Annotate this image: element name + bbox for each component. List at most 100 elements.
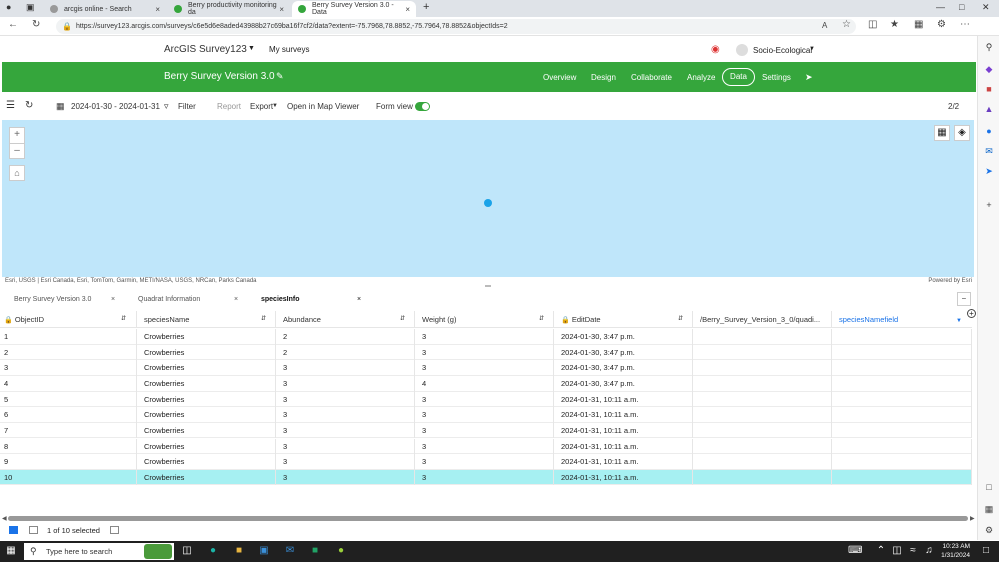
cell-objectid[interactable]: 4 bbox=[0, 375, 137, 392]
zoom-in-button[interactable]: + bbox=[9, 127, 25, 143]
report-button[interactable]: Report bbox=[217, 102, 241, 111]
cell-weight[interactable]: 3 bbox=[415, 469, 554, 486]
cell-speciesname[interactable]: Crowberries bbox=[137, 344, 276, 361]
tab-berry-survey[interactable]: Berry Survey Version 3.0 × bbox=[0, 290, 123, 310]
cell-abundance[interactable]: 3 bbox=[276, 469, 415, 486]
cell-speciesnamefield[interactable] bbox=[832, 391, 972, 408]
col-abundance[interactable]: Abundance ⇵ bbox=[276, 311, 415, 328]
collections-icon[interactable]: ▦ bbox=[914, 19, 923, 30]
cell-quadrat-path[interactable] bbox=[693, 329, 832, 345]
cell-quadrat-path[interactable] bbox=[693, 469, 832, 486]
table-row[interactable]: 3 Crowberries 3 3 2024-01-30, 3:47 p.m. bbox=[0, 360, 972, 376]
read-aloud-icon[interactable]: A bbox=[822, 21, 827, 30]
browser-tab-berry-monitoring[interactable]: Berry productivity monitoring da × bbox=[168, 1, 290, 17]
col-speciesnamefield[interactable]: speciesNamefield ▼ bbox=[832, 311, 972, 328]
nav-overview[interactable]: Overview bbox=[543, 73, 576, 82]
volume-icon[interactable]: ♫ bbox=[923, 545, 935, 557]
col-objectid[interactable]: 🔒 ObjectID ⇵ bbox=[0, 311, 137, 328]
col-editdate[interactable]: 🔒 EditDate ⇵ bbox=[554, 311, 693, 328]
cell-quadrat-path[interactable] bbox=[693, 360, 832, 376]
date-range[interactable]: 2024-01-30 - 2024-01-31 bbox=[71, 102, 160, 111]
favorites-icon[interactable]: ★ bbox=[890, 19, 899, 30]
close-icon[interactable]: × bbox=[111, 290, 115, 310]
export-chevron-down-icon[interactable]: ▼ bbox=[272, 103, 278, 109]
nav-design[interactable]: Design bbox=[591, 73, 616, 82]
sidebar-layout-icon[interactable]: □ bbox=[983, 481, 995, 493]
cell-objectid[interactable]: 6 bbox=[0, 407, 137, 423]
window-close-icon[interactable]: ✕ bbox=[982, 2, 990, 13]
chevron-up-icon[interactable]: ⌃ bbox=[875, 545, 887, 557]
cell-quadrat-path[interactable] bbox=[693, 407, 832, 423]
horizontal-scrollbar[interactable] bbox=[8, 516, 968, 521]
home-icon[interactable]: ⌂ bbox=[9, 165, 25, 181]
filter-icon[interactable]: ▿ bbox=[164, 101, 169, 112]
cell-abundance[interactable]: 3 bbox=[276, 407, 415, 423]
table-row[interactable]: 1 Crowberries 2 3 2024-01-30, 3:47 p.m. bbox=[0, 329, 972, 345]
cell-quadrat-path[interactable] bbox=[693, 454, 832, 470]
cell-abundance[interactable]: 3 bbox=[276, 391, 415, 408]
notification-icon[interactable]: ◉ bbox=[711, 44, 720, 55]
resize-handle[interactable] bbox=[485, 285, 491, 287]
cell-speciesnamefield[interactable] bbox=[832, 469, 972, 486]
filter-button[interactable]: Filter bbox=[178, 102, 196, 111]
col-speciesname[interactable]: speciesName ⇵ bbox=[137, 311, 276, 328]
clock-date[interactable]: 1/31/2024 bbox=[940, 552, 970, 559]
avatar[interactable] bbox=[736, 44, 748, 56]
network-icon[interactable]: ◫ bbox=[891, 545, 903, 557]
browser-tab-search[interactable]: arcgis online - Search × bbox=[44, 1, 166, 17]
profile-icon[interactable]: ● bbox=[6, 2, 11, 12]
col-weight[interactable]: Weight (g) ⇵ bbox=[415, 311, 554, 328]
cell-speciesname[interactable]: Crowberries bbox=[137, 422, 276, 439]
cell-weight[interactable]: 4 bbox=[415, 375, 554, 392]
browser-tab-berry-data[interactable]: Berry Survey Version 3.0 - Data × bbox=[292, 1, 416, 17]
sort-icon[interactable]: ⇵ bbox=[121, 311, 126, 328]
cell-editdate[interactable]: 2024-01-31, 10:11 a.m. bbox=[554, 438, 693, 455]
layers-icon[interactable]: ◈ bbox=[954, 125, 970, 141]
table-row[interactable]: 7 Crowberries 3 3 2024-01-31, 10:11 a.m. bbox=[0, 422, 972, 439]
cell-abundance[interactable]: 3 bbox=[276, 360, 415, 376]
drop-icon[interactable]: ➤ bbox=[983, 165, 995, 177]
cell-weight[interactable]: 3 bbox=[415, 454, 554, 470]
close-icon[interactable]: × bbox=[279, 5, 284, 14]
cell-speciesnamefield[interactable] bbox=[832, 360, 972, 376]
card-view-icon[interactable] bbox=[29, 526, 38, 534]
search-icon[interactable]: ⚲ bbox=[983, 41, 995, 53]
nav-data[interactable]: Data bbox=[722, 68, 755, 86]
table-row[interactable]: 4 Crowberries 3 4 2024-01-30, 3:47 p.m. bbox=[0, 375, 972, 392]
scroll-right-icon[interactable]: ▶ bbox=[970, 515, 975, 522]
cell-abundance[interactable]: 2 bbox=[276, 329, 415, 345]
file-explorer-icon[interactable]: ■ bbox=[233, 545, 245, 557]
back-icon[interactable]: ← bbox=[8, 19, 18, 30]
open-map-viewer-button[interactable]: Open in Map Viewer bbox=[287, 102, 359, 111]
chevron-down-icon[interactable]: ▼ bbox=[956, 313, 962, 328]
cell-weight[interactable]: 3 bbox=[415, 344, 554, 361]
cell-weight[interactable]: 3 bbox=[415, 422, 554, 439]
collapse-table-button[interactable]: – bbox=[957, 292, 971, 306]
url-field[interactable]: 🔒 https://survey123.arcgis.com/surveys/c… bbox=[56, 19, 856, 34]
taskbar-search-input[interactable]: ⚲ Type here to search bbox=[24, 543, 174, 560]
user-chevron-down-icon[interactable]: ▼ bbox=[809, 46, 815, 52]
tools-icon[interactable]: ■ bbox=[983, 83, 995, 95]
cell-speciesname[interactable]: Crowberries bbox=[137, 438, 276, 455]
refresh-data-icon[interactable]: ↻ bbox=[25, 100, 33, 111]
cell-speciesname[interactable]: Crowberries bbox=[137, 407, 276, 423]
cell-speciesnamefield[interactable] bbox=[832, 344, 972, 361]
outlook-icon[interactable]: ✉ bbox=[983, 145, 995, 157]
brand-title[interactable]: ArcGIS Survey123 bbox=[164, 44, 247, 55]
minimize-icon[interactable]: — bbox=[936, 2, 945, 12]
chevron-down-icon[interactable]: ▼ bbox=[248, 45, 255, 52]
windows-start-icon[interactable]: ▦ bbox=[5, 545, 17, 557]
close-icon[interactable]: × bbox=[357, 290, 361, 310]
wifi-icon[interactable]: ≈ bbox=[907, 545, 919, 557]
split-screen-icon[interactable]: ◫ bbox=[868, 19, 877, 30]
scroll-left-icon[interactable]: ◀ bbox=[2, 515, 7, 522]
cell-editdate[interactable]: 2024-01-31, 10:11 a.m. bbox=[554, 422, 693, 439]
powered-by-esri[interactable]: Powered by Esri bbox=[928, 278, 972, 284]
table-row[interactable]: 2 Crowberries 2 3 2024-01-30, 3:47 p.m. bbox=[0, 344, 972, 361]
notifications-icon[interactable]: □ bbox=[980, 545, 992, 557]
excel-icon[interactable]: ■ bbox=[309, 545, 321, 557]
app-icon[interactable]: ● bbox=[335, 545, 347, 557]
window-layout-icon[interactable]: ▦ bbox=[983, 503, 995, 515]
close-icon[interactable]: × bbox=[155, 5, 160, 14]
cell-editdate[interactable]: 2024-01-30, 3:47 p.m. bbox=[554, 344, 693, 361]
